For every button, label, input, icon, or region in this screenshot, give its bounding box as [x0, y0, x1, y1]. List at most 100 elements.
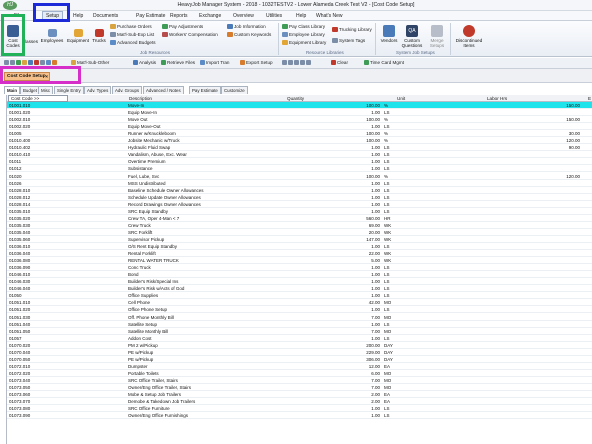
table-row[interactable]: 01028.014 Record Drawings Owner Allowance…	[7, 201, 592, 208]
discontinued-items-button[interactable]: Discontinued Items	[452, 25, 486, 48]
table-row[interactable]: 01070.020 PM 2 w/Pickup 200.00 DAY	[7, 342, 592, 349]
header-description[interactable]: Description	[129, 96, 152, 101]
equipment-library-button[interactable]: Equipment Library	[282, 40, 326, 46]
table-row[interactable]: 01057 Addon Cost 1.00 LS	[7, 335, 592, 342]
employee-library-button[interactable]: Employee Library	[282, 32, 325, 38]
table-row[interactable]: 01001.010 Move-In 100.00% 150.00	[7, 102, 592, 109]
table-row[interactable]: 01051.030 Off. Phone Monthly Bill 7.00 MO	[7, 314, 592, 321]
pay-adjustments-button[interactable]: Pay Adjustments	[162, 24, 203, 30]
table-row[interactable]: 01036.090 Conc Truck 1.00 LS	[7, 264, 592, 272]
header-cost-code[interactable]: Cost Code >>	[11, 96, 39, 101]
import-tran-button[interactable]: Import Tran	[200, 60, 230, 66]
table-row[interactable]: 01051.040 Satellite Setup 1.00 LS	[7, 321, 592, 328]
header-quantity[interactable]: Quantity	[287, 96, 304, 101]
menu-whats-new[interactable]: What's New	[316, 13, 343, 19]
tab-misc[interactable]: Misc	[38, 86, 54, 94]
toolbar-extra-icons[interactable]	[282, 60, 312, 66]
custom-keywords-button[interactable]: Custom Keywords	[227, 32, 271, 38]
tab-adv-groups[interactable]: Adv. Groups	[112, 86, 143, 94]
table-row[interactable]: 01050 Office Supplies 1.00 LS	[7, 292, 592, 300]
table-row[interactable]: 01010.410 Vandalism, Abuse, Exc. Wear 1.00…	[7, 151, 592, 159]
row-quantity: 7.00	[371, 377, 380, 383]
table-row[interactable]: 01010.400 Jobsite Mechanic w/Truck 100.00%…	[7, 137, 592, 145]
table-row[interactable]: 01012 Subsistance 1.00 LS	[7, 165, 592, 173]
table-row[interactable]: 01051.020 Office Phone Setup 1.00 LS	[7, 306, 592, 314]
table-row[interactable]: 01036.040 Rental Forklift 22.00 WK	[7, 250, 592, 258]
tab-customize[interactable]: Customize	[221, 86, 248, 94]
table-row[interactable]: 01070.040 PE w/Pickup 229.00 DAY	[7, 349, 592, 356]
table-row[interactable]: 01002.010 Move Out 100.00% 150.00	[7, 116, 592, 124]
clear-button[interactable]: Clear	[331, 60, 348, 66]
menu-help[interactable]: Help	[73, 13, 83, 19]
menu-reports[interactable]: Reports	[170, 13, 188, 19]
header-extra[interactable]: E	[588, 96, 591, 101]
trucking-library-button[interactable]: Trucking Library	[332, 27, 372, 33]
menu-help-2[interactable]: Help	[296, 13, 306, 19]
table-row[interactable]: 01073.040 SRC Office Trailer, Stairs 7.00 M…	[7, 377, 592, 384]
table-row[interactable]: 01073.070 Demobe & Takedown Job Trailers 2…	[7, 398, 592, 406]
table-row[interactable]: 01002.020 Equip Move-Out 1.00 LS	[7, 123, 592, 131]
table-row[interactable]: 01072.020 Portable Toilets 6.00 MO	[7, 370, 592, 377]
trucks-button[interactable]: Trucks	[90, 29, 108, 43]
vendors-button[interactable]: Vendors	[378, 25, 400, 43]
table-row[interactable]: 01028.012 Schedule Update Owner Allowance…	[7, 194, 592, 201]
mat-sub-other-button[interactable]: Mat'l-Sub-Other	[71, 60, 109, 66]
table-row[interactable]: 01072.010 Dumpster 12.00 EA	[7, 363, 592, 370]
equipment-button[interactable]: Equipment	[65, 29, 91, 43]
merge-setups-button[interactable]: Merge Setups	[426, 25, 448, 48]
menu-utilities[interactable]: Utilities	[266, 13, 282, 19]
table-row[interactable]: 01070.050 PE w/Pickup 306.00 DAY	[7, 356, 592, 363]
system-tags-button[interactable]: System Tags	[332, 38, 365, 44]
header-labor-hrs[interactable]: Labor Hrs	[487, 96, 507, 101]
header-unit[interactable]: Unit	[397, 96, 405, 101]
table-row[interactable]: 01046.040 Builder's Risk w/Acts of God 1.0…	[7, 285, 592, 293]
table-row[interactable]: 01005 Runner w/Knuckleboom 100.00% 30.00	[7, 130, 592, 138]
row-cost-code: 01051.050	[9, 328, 31, 334]
classes-button[interactable]: lasses	[25, 39, 38, 44]
table-row[interactable]: 01046.010 Bond 1.00 LS	[7, 271, 592, 279]
analysis-button[interactable]: Analysis	[133, 60, 156, 66]
purchase-orders-button[interactable]: Purchase Orders	[110, 24, 152, 30]
table-row[interactable]: 01073.080 SRC Office Furniture 1.00 LS	[7, 405, 592, 413]
job-information-button[interactable]: Job Information	[227, 24, 266, 30]
retrieve-files-button[interactable]: Retrieve Files	[161, 60, 195, 66]
table-row[interactable]: 01036.080 RENTAL WATER TRUCK 5.00 WK	[7, 257, 592, 265]
pay-class-library-button[interactable]: Pay Class Library	[282, 24, 325, 30]
mat-sub-exp-list-button[interactable]: Mat'l-Sub-Exp List	[110, 32, 154, 38]
tab-single-entry[interactable]: Single Entry	[54, 86, 84, 94]
table-row[interactable]: 01001.020 Equip Move-In 1.00 LS	[7, 109, 592, 117]
toolbar-nav-icons[interactable]	[4, 60, 58, 66]
table-row[interactable]: 01073.060 Mobe & Setup Job Trailers 2.00 EA	[7, 391, 592, 399]
table-row[interactable]: 01035.020 Crew TA, Oper 4-Man < 7 560.00 HR	[7, 215, 592, 222]
custom-questions-button[interactable]: QA Custom Questions	[400, 25, 424, 48]
menu-overview[interactable]: Overview	[233, 13, 254, 19]
time-card-mgmt-button[interactable]: Time Card Mgmt	[364, 60, 404, 66]
table-row[interactable]: 01046.030 Builder's Risk/Special Ins 1.00 L…	[7, 278, 592, 286]
table-row[interactable]: 01051.010 Cell Phone 42.00 MO	[7, 299, 592, 307]
table-row[interactable]: 01035.030 Crew Truck 69.00 WK	[7, 222, 592, 229]
table-row[interactable]: 01020 Fuel, Lube, Svc 100.00% 120.00	[7, 173, 592, 180]
menu-pay-estimate[interactable]: Pay Estimate	[136, 13, 165, 19]
menu-documents[interactable]: Documents	[93, 13, 118, 19]
export-setup-button[interactable]: Export Setup	[240, 60, 273, 66]
employees-button[interactable]: Employees	[38, 29, 66, 43]
table-row[interactable]: 01051.050 Satellite Monthly Bill 7.00 MO	[7, 328, 592, 335]
advanced-budgets-button[interactable]: Advanced Budgets	[110, 40, 156, 46]
tab-advanced-notes[interactable]: Advanced / Notes	[143, 86, 184, 94]
workers-compensation-button[interactable]: Workers' Compensation	[162, 32, 218, 38]
table-row[interactable]: 01073.090 Owner/Eng Office Furnishings 1.0…	[7, 412, 592, 420]
table-row[interactable]: 01035.060 Supervisor Pickup 147.00 WK	[7, 236, 592, 243]
tab-adv-types[interactable]: Adv. Types	[84, 86, 112, 94]
table-row[interactable]: 01011 Overtime Premium 1.00 LS	[7, 158, 592, 166]
table-row[interactable]: 01026 MSS Undistributed 1.00 LS	[7, 180, 592, 187]
table-row[interactable]: 01036.010 O/S Rent Equip Standby 1.00 LS	[7, 243, 592, 250]
table-row[interactable]: 01035.040 SRC Forklift 20.00 WK	[7, 229, 592, 236]
tab-main[interactable]: Main	[4, 86, 21, 94]
tab-pay-estimate[interactable]: Pay Estimate	[189, 86, 221, 94]
table-row[interactable]: 01035.010 SRC Equip Standby 1.00 LS	[7, 208, 592, 215]
tab-budget[interactable]: Budget	[20, 86, 40, 94]
menu-exchange[interactable]: Exchange	[199, 13, 221, 19]
table-row[interactable]: 01073.050 Owner/Eng Office Trailer, Stair…	[7, 384, 592, 391]
table-row[interactable]: 01010.402 Hydraulic Fluid Swap 1.00 LS 90.00	[7, 144, 592, 152]
table-row[interactable]: 01028.010 Baseline Schedule Owner Allowan…	[7, 187, 592, 194]
